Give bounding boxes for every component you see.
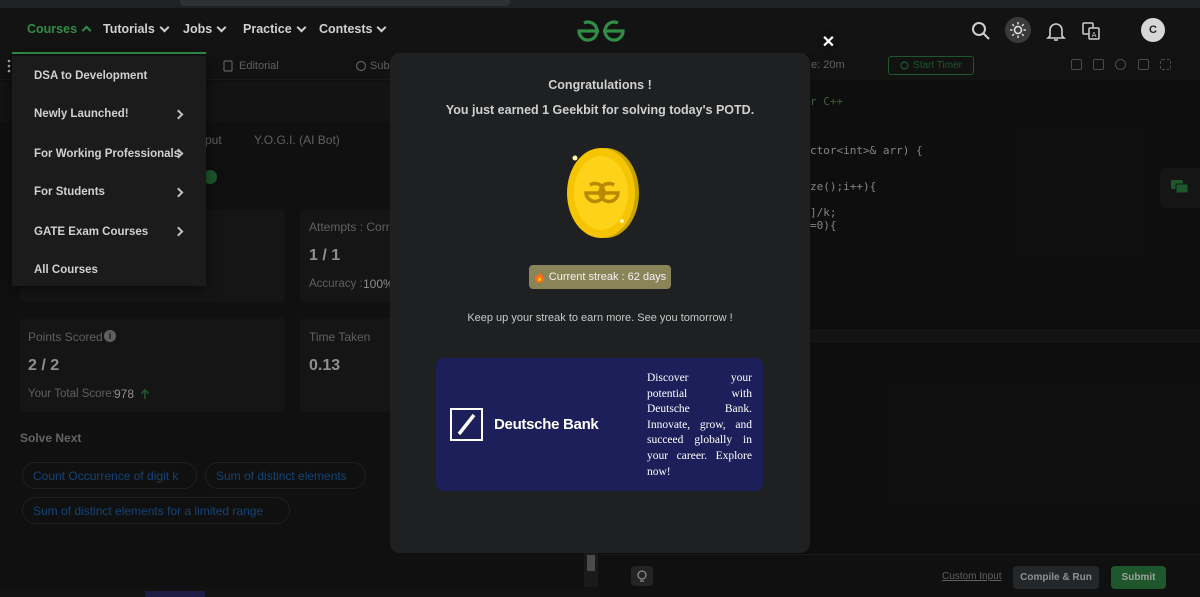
menu-item-working-professionals[interactable]: For Working Professionals [34, 148, 180, 160]
menu-item-dsa-to-development[interactable]: DSA to Development [34, 70, 147, 82]
ad-copy: Discover your potential with Deutsche Ba… [647, 372, 752, 478]
close-button[interactable]: ✕ [817, 30, 840, 53]
streak-badge: Current streak : 62 days [529, 265, 671, 289]
close-icon: ✕ [821, 33, 836, 51]
chevron-right-icon [173, 187, 184, 198]
nav-practice[interactable]: Practice [243, 22, 307, 36]
streak-text: Current streak : 62 days [548, 271, 667, 283]
chevron-right-icon [173, 109, 184, 120]
gfg-logo-icon[interactable] [575, 18, 627, 44]
nav-courses[interactable]: Courses [27, 22, 92, 36]
deutsche-bank-logo-icon [450, 408, 483, 441]
address-bar[interactable] [180, 0, 510, 6]
geekbit-coin-icon [567, 148, 639, 238]
chevron-up-icon [81, 25, 92, 36]
chevron-down-icon [216, 22, 227, 32]
menu-item-newly-launched[interactable]: Newly Launched! [34, 108, 129, 120]
nav-practice-label: Practice [243, 22, 292, 36]
courses-dropdown: DSA to Development Newly Launched! For W… [12, 56, 206, 286]
modal-footer-text: Keep up your streak to earn more. See yo… [467, 312, 733, 324]
modal-message: You just earned 1 Geekbit for solving to… [445, 103, 755, 117]
more-vertical-icon[interactable] [6, 58, 12, 74]
menu-item-gate-exam-courses[interactable]: GATE Exam Courses [34, 226, 148, 238]
nav-jobs-label: Jobs [183, 22, 213, 36]
svg-text:A: A [1092, 31, 1097, 39]
menu-item-for-students[interactable]: For Students [34, 186, 105, 198]
avatar[interactable]: C [1141, 18, 1165, 42]
nav-jobs[interactable]: Jobs [183, 22, 227, 36]
modal-title: Congratulations ! [548, 78, 652, 92]
chevron-down-icon [377, 22, 387, 32]
fire-icon [534, 272, 544, 283]
menu-item-all-courses[interactable]: All Courses [34, 264, 98, 276]
theme-toggle-button[interactable] [1005, 17, 1031, 43]
nav-courses-label: Courses [27, 22, 78, 36]
nav-contests[interactable]: Contests [319, 22, 387, 36]
nav-tutorials[interactable]: Tutorials [103, 22, 170, 36]
translate-icon[interactable]: A [1080, 20, 1102, 42]
sun-icon [1010, 22, 1026, 38]
chevron-right-icon [173, 226, 184, 237]
search-icon[interactable] [970, 20, 992, 42]
ad-brand-name: Deutsche Bank [494, 416, 599, 433]
bell-icon[interactable] [1045, 20, 1067, 42]
nav-contests-label: Contests [319, 22, 373, 36]
chevron-down-icon [296, 22, 307, 32]
nav-tutorials-label: Tutorials [103, 22, 155, 36]
chevron-down-icon [159, 22, 170, 32]
